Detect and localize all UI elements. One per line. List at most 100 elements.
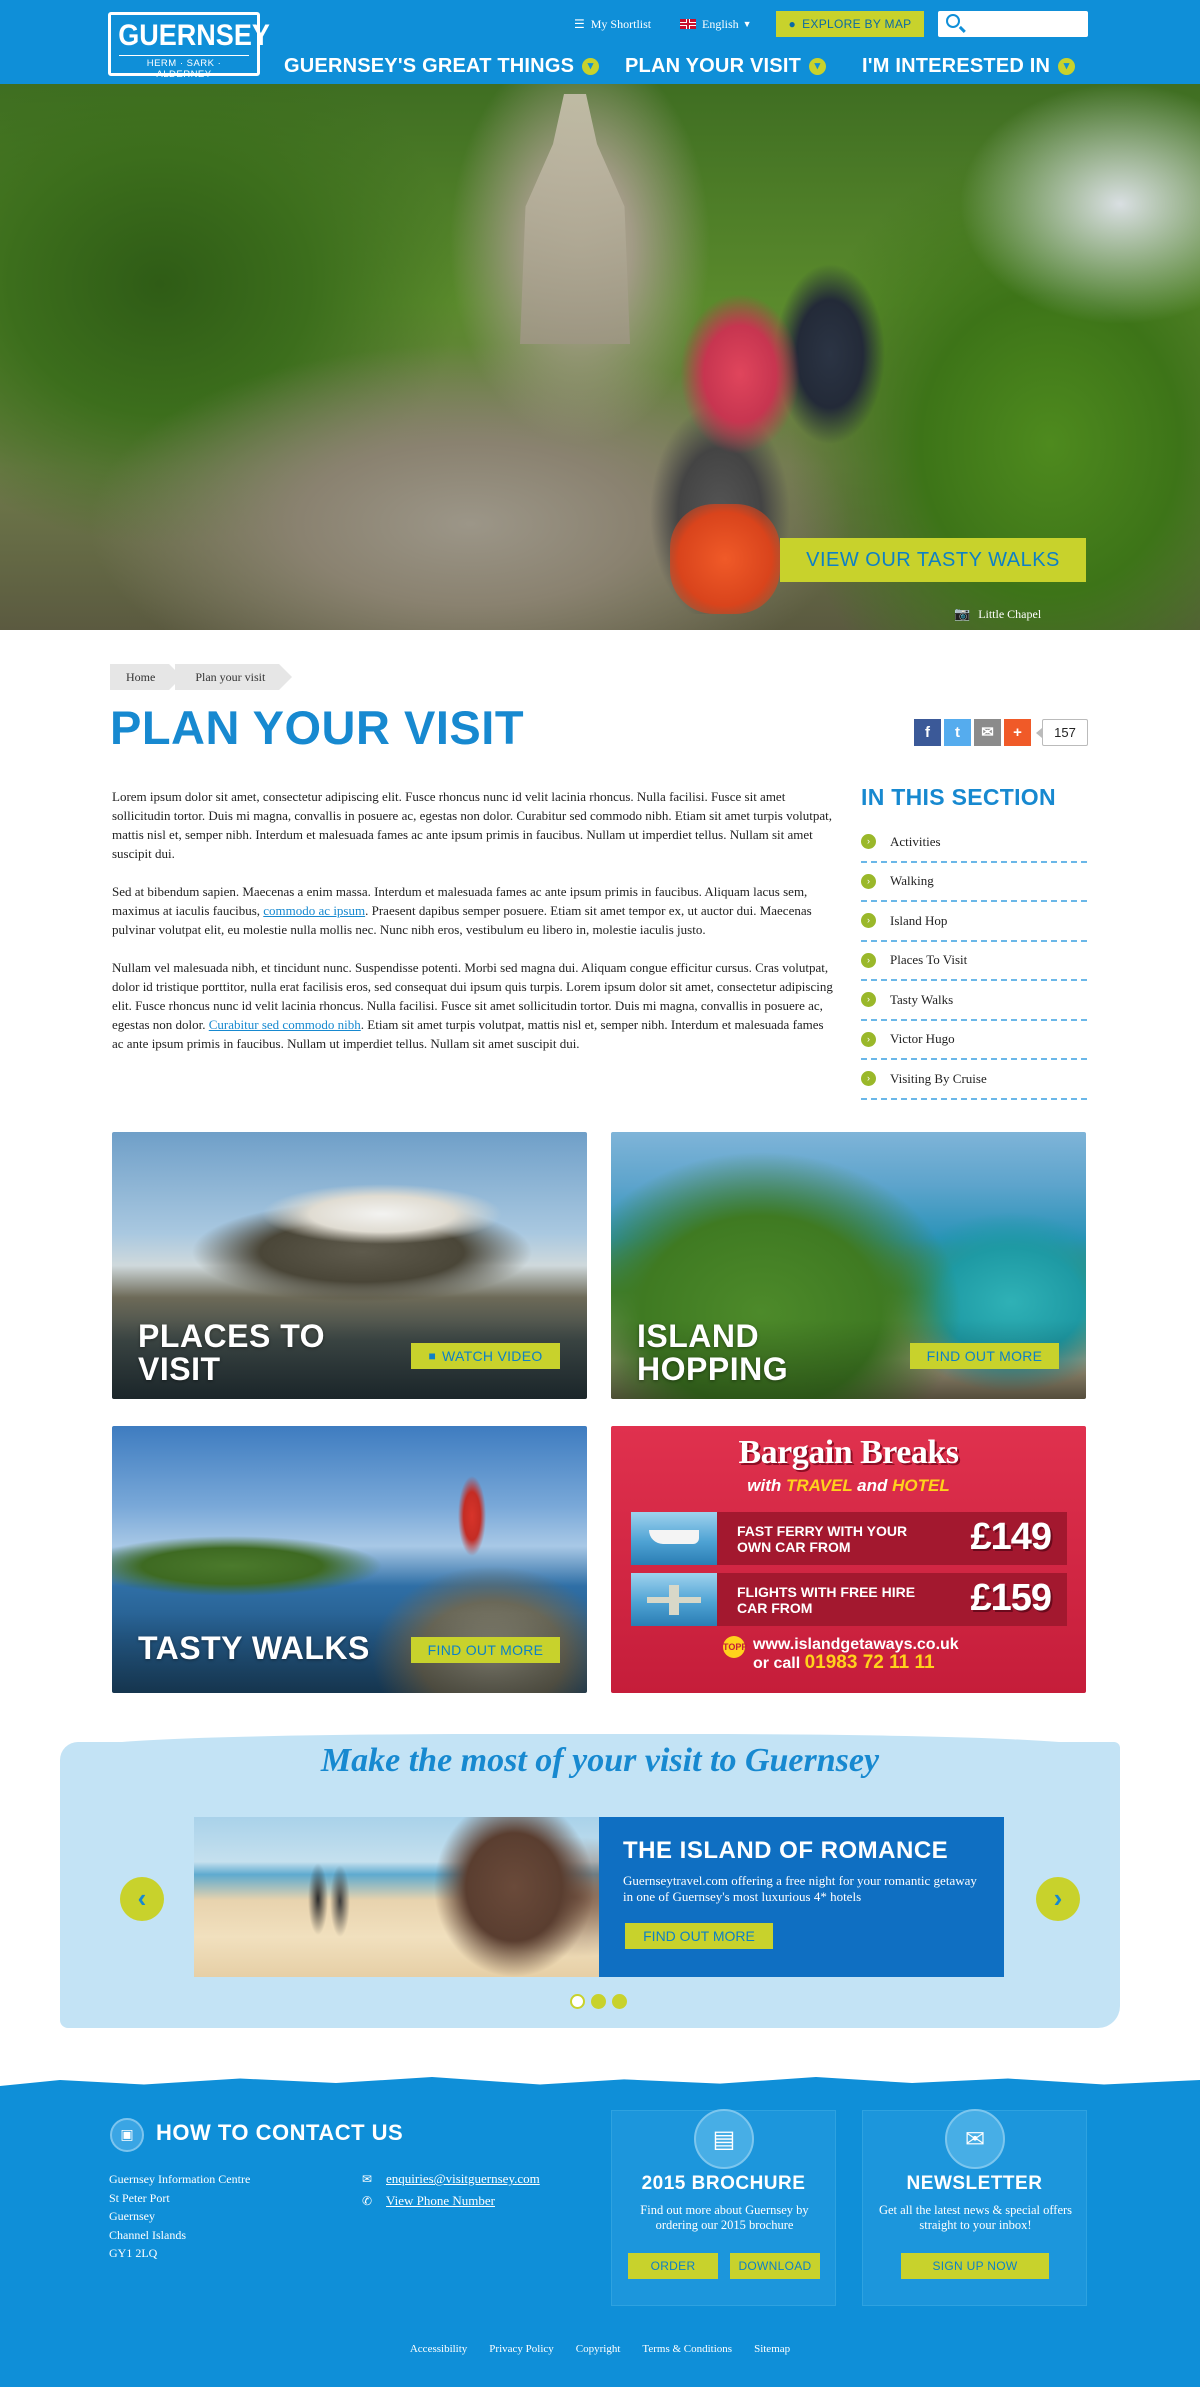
hero-backpack [670,504,780,614]
chevron-right-icon: › [861,913,876,929]
inline-link[interactable]: Curabitur sed commodo nibh [209,1017,361,1032]
section-nav-label: Visiting By Cruise [890,1070,987,1086]
footer-link-sitemap[interactable]: Sitemap [754,2343,790,2355]
inline-link[interactable]: commodo ac ipsum [263,903,365,918]
section-nav-item-tasty-walks[interactable]: › Tasty Walks [861,981,1087,1021]
ad-subtitle-part: and [852,1476,893,1495]
facebook-icon[interactable]: f [914,718,941,746]
logo-sub-text: HERM · SARK · ALDERNEY [119,55,249,80]
promo-heading: Make the most of your visit to Guernsey [320,1742,880,1779]
address-line: Channel Islands [109,2227,186,2242]
ad-offer-text: FAST FERRY WITH YOUR OWN CAR FROM [737,1523,908,1555]
find-out-more-button[interactable]: FIND OUT MORE [411,1637,560,1663]
tile-title: PLACES TO VISIT [138,1318,326,1387]
tile-title: ISLAND HOPPING [637,1318,789,1387]
footer-link-terms[interactable]: Terms & Conditions [642,2343,732,2355]
download-button[interactable]: DOWNLOAD [730,2253,820,2279]
footer-link-accessibility[interactable]: Accessibility [410,2343,467,2355]
chapel-shape [520,94,630,344]
section-nav: › Activities › Walking › Island Hop › Places… [861,823,1087,1100]
section-nav-item-walking[interactable]: › Walking [861,863,1087,902]
newsletter-box: ✉ NEWSLETTER Get all the latest news & s… [862,2109,1087,2306]
hero-caption: 📷 Little Chapel [954,606,1041,622]
phone-icon: ✆ [362,2194,373,2208]
email-link[interactable]: enquiries@visitguernsey.com [386,2168,540,2190]
carousel-prev-arrow-icon[interactable]: ‹ [120,1877,164,1921]
carousel-dot[interactable] [591,1994,606,2009]
address-line: GY1 2LQ [109,2246,158,2260]
address-block: Guernsey Information Centre St Peter Por… [109,2170,250,2263]
nav-im-interested-in[interactable]: I'M INTERESTED IN ▾ [862,52,1076,80]
watch-video-button[interactable]: ■ WATCH VIDEO [411,1343,560,1369]
section-nav-item-activities[interactable]: › Activities [861,823,1087,863]
section-nav-item-victor-hugo[interactable]: › Victor Hugo [861,1021,1087,1060]
carousel-next-arrow-icon[interactable]: › [1036,1877,1080,1921]
section-nav-item-places-to-visit[interactable]: › Places To Visit [861,942,1087,981]
ad-offer-text: FLIGHTS WITH FREE HIRE CAR FROM [737,1584,916,1616]
ferry-image [631,1512,717,1565]
address-line: Guernsey Information Centre [109,2172,251,2186]
chevron-right-icon: › [861,1071,876,1087]
brochure-text: Find out more about Guernsey by ordering… [640,2203,809,2232]
tile-tasty-walks[interactable]: TASTY WALKS FIND OUT MORE [112,1426,587,1693]
breadcrumb-home[interactable]: Home [110,664,183,690]
view-tasty-walks-button[interactable]: VIEW OUR TASTY WALKS [780,538,1086,582]
bargain-breaks-ad[interactable]: Bargain Breaks with TRAVEL and HOTEL FAS… [611,1426,1086,1693]
ad-contact: www.islandgetaways.co.uk or call 01983 7… [753,1636,959,1673]
ad-title: Bargain Breaks [738,1434,959,1471]
tile-island-hopping[interactable]: ISLAND HOPPING FIND OUT MORE [611,1132,1086,1399]
phone-link[interactable]: View Phone Number [386,2190,495,2212]
explore-by-map-button[interactable]: ● EXPLORE BY MAP [776,11,924,37]
language-select[interactable]: English ▼ [680,11,752,37]
hero-caption-text: Little Chapel [978,606,1042,621]
paragraph: Nullam vel malesuada nibh, et tincidunt … [112,958,838,1053]
section-nav-item-visiting-by-cruise[interactable]: › Visiting By Cruise [861,1060,1087,1100]
brochure-title: 2015 BROCHURE [641,2173,806,2194]
ad-offer-price: £159 [970,1577,1052,1619]
contact-card-icon: ▣ [110,2118,144,2152]
ad-subtitle-part: with [747,1476,786,1495]
search-icon[interactable] [946,14,960,28]
plus-share-icon[interactable]: + [1004,718,1031,746]
slide-panel: THE ISLAND OF ROMANCE Guernseytravel.com… [599,1817,1004,1977]
find-out-more-button[interactable]: FIND OUT MORE [910,1343,1059,1369]
footer-link-copyright[interactable]: Copyright [576,2343,621,2355]
search-box[interactable] [938,11,1088,37]
camera-icon: 📷 [954,606,971,621]
carousel-dot[interactable] [570,1994,585,2009]
nav-label: GUERNSEY'S GREAT THINGS [284,54,575,77]
section-nav-label: Victor Hugo [890,1031,955,1047]
order-button[interactable]: ORDER [628,2253,718,2279]
paragraph: Lorem ipsum dolor sit amet, consectetur … [112,789,832,861]
shortlist-link[interactable]: ☰ My Shortlist [574,11,651,37]
chevron-right-icon: › [861,873,876,889]
ferry-icon [649,1530,699,1544]
carousel-dot[interactable] [612,1994,627,2009]
share-bar: f t ✉ + 157 [914,718,1088,746]
slide-text: Guernseytravel.com offering a free night… [623,1873,977,1904]
contact-title: HOW TO CONTACT US [156,2120,404,2145]
explore-label: EXPLORE BY MAP [802,17,912,31]
newsletter-title: NEWSLETTER [906,2173,1043,2194]
email-icon[interactable]: ✉ [974,718,1001,746]
guernsey-logo[interactable]: GUERNSEY HERM · SARK · ALDERNEY [108,12,270,80]
newsletter-text: Get all the latest news & special offers… [878,2203,1073,2232]
carousel-dots [570,1994,633,2009]
nav-plan-your-visit[interactable]: PLAN YOUR VISIT ▾ [625,52,826,80]
slide-find-out-more-button[interactable]: FIND OUT MORE [625,1923,773,1949]
breadcrumb: Home Plan your visit [110,664,293,690]
breadcrumb-current: Plan your visit [175,664,293,690]
slide-title: THE ISLAND OF ROMANCE [623,1837,949,1864]
ad-brand-logo: TOPP [723,1636,747,1658]
ad-phone: 01983 72 11 11 [804,1652,935,1673]
section-nav-label: Walking [890,873,934,889]
sign-up-button[interactable]: SIGN UP NOW [901,2253,1049,2279]
search-input[interactable] [968,14,1078,34]
slide-image [194,1817,599,1977]
tile-places-to-visit[interactable]: PLACES TO VISIT ■ WATCH VIDEO [112,1132,587,1399]
nav-guernseys-great-things[interactable]: GUERNSEY'S GREAT THINGS ▾ [284,52,600,80]
contact-links: ✉ enquiries@visitguernsey.com ✆ View Phone… [362,2168,540,2212]
twitter-icon[interactable]: t [944,718,971,746]
section-nav-item-island-hop[interactable]: › Island Hop [861,902,1087,942]
footer-link-privacy-policy[interactable]: Privacy Policy [489,2343,553,2355]
